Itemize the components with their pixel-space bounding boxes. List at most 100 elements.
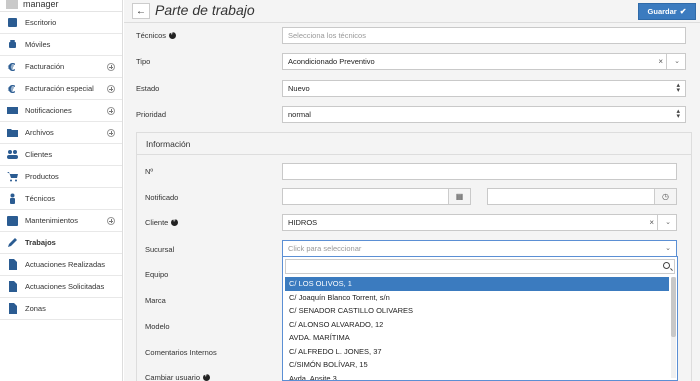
sidebar-item-8[interactable]: Técnicos xyxy=(0,188,122,210)
sidebar: manager Escritorio Móviles € Facturación € Fa… xyxy=(0,0,123,381)
comentarios-label: Comentarios Internos xyxy=(145,348,217,357)
user-row[interactable]: manager xyxy=(0,0,122,12)
dropdown-option[interactable]: C/ ALONSO ALVARADO, 12 xyxy=(285,318,669,332)
sidebar-item-11[interactable]: Actuaciones Realizadas xyxy=(0,254,122,276)
chevron-down-icon[interactable]: ⌄ xyxy=(665,244,671,252)
sidebar-item-6[interactable]: Clientes xyxy=(0,144,122,166)
dropdown-option[interactable]: C/ SENADOR CASTILLO OLIVARES xyxy=(285,304,669,318)
sidebar-item-label: Escritorio xyxy=(25,18,57,27)
prioridad-select[interactable]: normal ▴ ▾ xyxy=(282,106,686,123)
users-icon xyxy=(5,148,19,162)
modelo-label: Modelo xyxy=(145,322,170,331)
sidebar-item-label: Notificaciones xyxy=(25,106,72,115)
user-name: manager xyxy=(23,0,59,9)
tipo-separator xyxy=(666,54,667,69)
tecnicos-select[interactable]: Selecciona los técnicos xyxy=(282,27,686,44)
sidebar-item-5[interactable]: Archivos xyxy=(0,122,122,144)
add-tecnico-icon[interactable] xyxy=(169,31,177,39)
clear-cliente-icon[interactable]: × xyxy=(649,218,654,227)
calendar-icon[interactable]: ▦ xyxy=(448,189,470,204)
updown-icon: ▴ ▾ xyxy=(676,108,680,120)
sucursal-dropdown: C/ LOS OLIVOS, 1 C/ Joaquín Blanco Torren… xyxy=(282,256,678,381)
dropdown-option[interactable]: AVDA. MARÍTIMA xyxy=(285,331,669,345)
notificado-label: Notificado xyxy=(145,193,179,202)
back-button[interactable]: ← xyxy=(132,3,150,19)
person-icon xyxy=(5,192,19,206)
sidebar-item-13[interactable]: Zonas xyxy=(0,298,122,320)
notificado-time-input[interactable]: ◷ xyxy=(487,188,677,205)
sidebar-item-label: Mantenimientos xyxy=(25,216,78,225)
numero-input[interactable] xyxy=(282,163,677,180)
sidebar-item-label: Facturación xyxy=(25,62,65,71)
marca-label: Marca xyxy=(145,296,166,305)
sidebar-item-7[interactable]: Productos xyxy=(0,166,122,188)
tecnicos-placeholder: Selecciona los técnicos xyxy=(288,31,366,40)
android-icon xyxy=(5,38,19,52)
sidebar-item-3[interactable]: € Facturación especial xyxy=(0,78,122,100)
sidebar-item-12[interactable]: Actuaciones Solicitadas xyxy=(0,276,122,298)
dropdown-option[interactable]: C/ ALFREDO L. JONES, 37 xyxy=(285,345,669,359)
cliente-value: HIDROS xyxy=(288,218,318,227)
dropdown-option[interactable]: Avda. Ansite 3 xyxy=(285,372,669,380)
expand-icon[interactable] xyxy=(107,129,115,137)
estado-select[interactable]: Nuevo ▴ ▾ xyxy=(282,80,686,97)
sidebar-item-2[interactable]: € Facturación xyxy=(0,56,122,78)
cart-icon xyxy=(5,170,19,184)
svg-text:€: € xyxy=(7,61,16,72)
dropdown-option[interactable]: C/ Joaquín Blanco Torrent, s/n xyxy=(285,291,669,305)
euro-icon: € xyxy=(5,60,19,74)
updown-icon: ▴ ▾ xyxy=(676,82,680,94)
save-label: Guardar xyxy=(647,7,677,16)
clock-icon[interactable]: ◷ xyxy=(654,189,676,204)
tecnicos-label-text: Técnicos xyxy=(136,31,167,40)
dropdown-scrollbar[interactable] xyxy=(671,277,676,378)
tipo-label: Tipo xyxy=(136,57,151,66)
sidebar-item-label: Clientes xyxy=(25,150,53,159)
expand-icon[interactable] xyxy=(107,63,115,71)
dropdown-options: C/ LOS OLIVOS, 1 C/ Joaquín Blanco Torren… xyxy=(285,277,669,380)
notificado-date-input[interactable]: ▦ xyxy=(282,188,471,205)
expand-icon[interactable] xyxy=(107,85,115,93)
add-cliente-icon[interactable] xyxy=(171,218,179,226)
sidebar-item-1[interactable]: Móviles xyxy=(0,34,122,56)
dropdown-option[interactable]: C/SIMÓN BOLÍVAR, 15 xyxy=(285,358,669,372)
chevron-down-icon[interactable]: ⌄ xyxy=(674,57,680,65)
scrollbar-thumb[interactable] xyxy=(671,277,676,337)
dropdown-search-input[interactable] xyxy=(285,259,675,274)
expand-icon[interactable] xyxy=(107,107,115,115)
sucursal-select[interactable]: Click para seleccionar ⌄ xyxy=(282,240,677,257)
sidebar-item-10[interactable]: Trabajos xyxy=(0,232,122,254)
expand-icon[interactable] xyxy=(107,217,115,225)
sidebar-item-0[interactable]: Escritorio xyxy=(0,12,122,34)
sidebar-item-4[interactable]: Notificaciones xyxy=(0,100,122,122)
sidebar-item-label: Facturación especial xyxy=(25,84,94,93)
cliente-select[interactable]: HIDROS × ⌄ xyxy=(282,214,677,231)
clear-tipo-icon[interactable]: × xyxy=(658,57,663,66)
page-title: Parte de trabajo xyxy=(155,2,255,18)
sucursal-label: Sucursal xyxy=(145,245,175,254)
cambiar-usuario-text: Cambiar usuario xyxy=(145,373,201,381)
estado-label: Estado xyxy=(136,84,160,93)
prioridad-value: normal xyxy=(288,110,311,119)
cliente-separator xyxy=(657,215,658,230)
tipo-select[interactable]: Acondicionado Preventivo × ⌄ xyxy=(282,53,686,70)
add-usuario-icon[interactable] xyxy=(203,373,211,381)
envelope-icon xyxy=(5,104,19,118)
numero-label: Nº xyxy=(145,167,154,176)
header-divider xyxy=(124,22,700,23)
sidebar-item-label: Zonas xyxy=(25,304,46,313)
document-icon xyxy=(5,280,19,294)
sidebar-item-9[interactable]: Mantenimientos xyxy=(0,210,122,232)
cambiar-usuario-label: Cambiar usuario xyxy=(145,373,211,381)
equipo-label: Equipo xyxy=(145,270,169,279)
sucursal-placeholder: Click para seleccionar xyxy=(288,244,362,253)
folder-icon xyxy=(5,126,19,140)
sidebar-menu: Escritorio Móviles € Facturación € Facturació… xyxy=(0,12,122,320)
save-button[interactable]: Guardar ✔ xyxy=(638,3,696,20)
info-heading: Información xyxy=(137,133,691,155)
dropdown-option[interactable]: C/ LOS OLIVOS, 1 xyxy=(285,277,669,291)
document-icon xyxy=(5,258,19,272)
chevron-down-icon[interactable]: ⌄ xyxy=(665,218,671,226)
avatar xyxy=(6,0,18,9)
home-icon xyxy=(5,16,19,30)
